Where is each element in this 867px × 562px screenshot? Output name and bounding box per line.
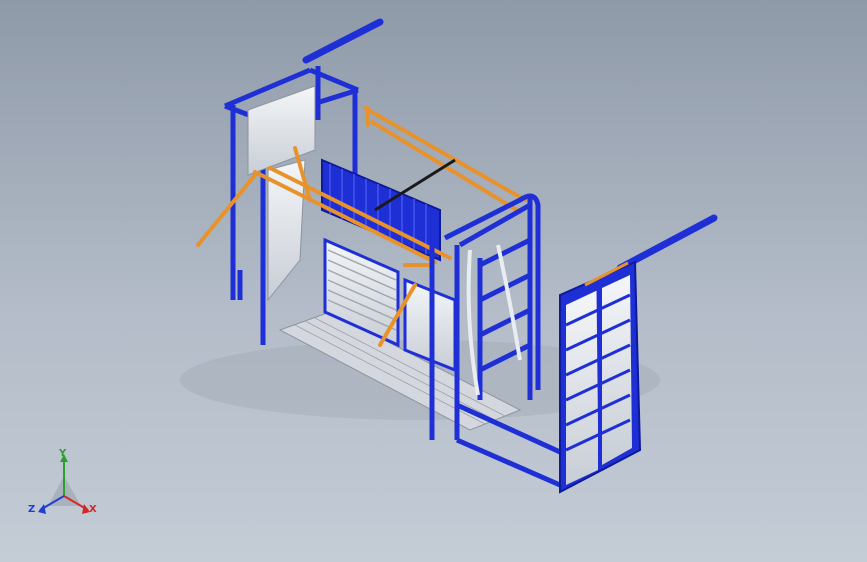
- top-rail-left: [302, 18, 384, 64]
- coordinate-triad: Y X Z: [26, 448, 106, 524]
- triad-y-label: Y: [59, 448, 67, 459]
- top-rail-right: [616, 214, 718, 272]
- cad-viewport[interactable]: Y X Z: [0, 0, 867, 562]
- triad-z-label: Z: [28, 504, 36, 515]
- cattle-crush-3d-model: [180, 18, 718, 494]
- triad-x-label: X: [89, 504, 97, 515]
